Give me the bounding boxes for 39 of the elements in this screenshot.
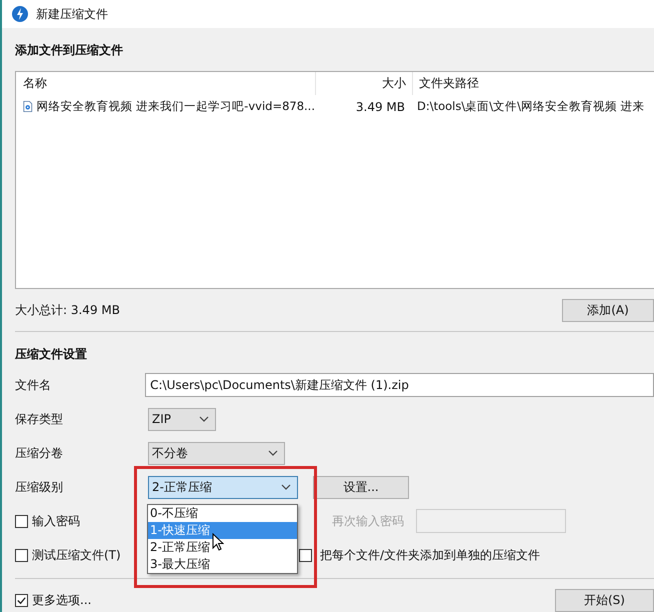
column-header[interactable]: 名称 — [16, 72, 316, 95]
add-button[interactable]: 添加(A) — [562, 298, 654, 322]
caret-icon — [268, 450, 278, 456]
checkbox[interactable] — [15, 548, 28, 562]
dropdown-option[interactable]: 3-最大压缩 — [148, 556, 297, 573]
caret-icon — [199, 416, 209, 422]
checkbox-label: 测试压缩文件(T) — [32, 546, 121, 564]
checkbox[interactable] — [299, 548, 312, 562]
field-label: 保存类型 — [15, 410, 64, 428]
file-path: D:\tools\桌面\文件\网络安全教育视频 进来 — [416, 99, 646, 114]
field-label: 再次输入密码 — [332, 512, 405, 530]
column-header[interactable]: 文件夹路径 — [413, 72, 654, 95]
dropdown-option[interactable]: 0-不压缩 — [148, 505, 297, 522]
caret-icon — [281, 484, 291, 490]
split-dropdown[interactable]: 不分卷 — [148, 442, 285, 464]
field-label: 压缩级别 — [15, 478, 64, 496]
checkbox-label: 更多选项... — [32, 592, 92, 609]
app-logo-icon — [12, 6, 28, 22]
field-label: 文件名 — [15, 376, 52, 394]
section-title: 压缩文件设置 — [15, 346, 88, 363]
checkbox[interactable] — [15, 514, 28, 528]
window-title: 新建压缩文件 — [36, 6, 108, 22]
settings-button[interactable]: 设置... — [313, 476, 409, 498]
checkbox-label: 输入密码 — [32, 512, 80, 530]
type-dropdown[interactable]: ZIP — [148, 408, 216, 430]
section-title: 添加文件到压缩文件 — [15, 42, 124, 59]
file-icon — [23, 100, 33, 113]
level-dropdown[interactable]: 2-正常压缩 — [148, 476, 298, 498]
filename-field[interactable]: C:\Users\pc\Documents\新建压缩文件 (1).zip — [145, 373, 654, 397]
start-button[interactable]: 开始(S) — [555, 589, 654, 612]
column-header[interactable]: 大小 — [316, 72, 413, 95]
dropdown-option[interactable]: 2-正常压缩 — [148, 539, 297, 556]
field-label: 压缩分卷 — [15, 444, 64, 462]
file-name: 网络安全教育视频 进来我们一起学习吧-vvid=878... — [36, 99, 315, 114]
total-size: 大小总计: 3.49 MB — [15, 302, 120, 318]
cursor-icon — [212, 533, 224, 551]
checkbox-label: 把每个文件/文件夹添加到单独的压缩文件 — [320, 546, 540, 564]
file-size: 3.49 MB — [354, 100, 406, 114]
checkbox[interactable] — [15, 594, 28, 607]
